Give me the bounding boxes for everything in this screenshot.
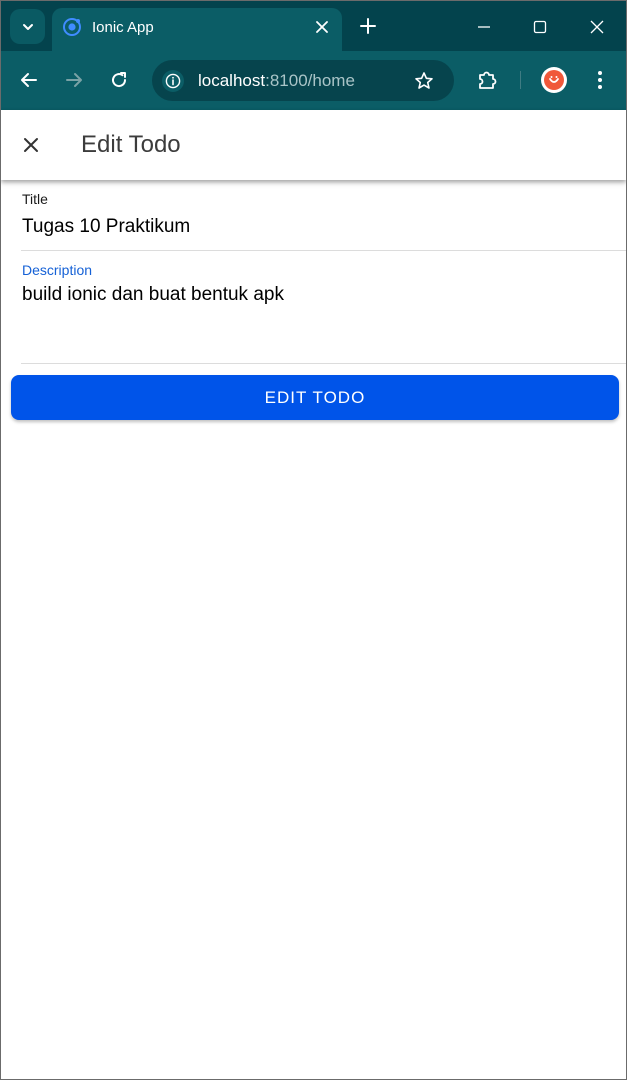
avatar [544, 70, 564, 90]
arrow-right-icon [66, 73, 82, 87]
plus-icon [360, 18, 376, 34]
description-textarea[interactable]: build ionic dan buat bentuk apk [22, 284, 284, 306]
ionic-favicon-icon [63, 18, 81, 36]
profile-button[interactable] [541, 67, 567, 93]
maximize-icon [533, 20, 547, 34]
description-field[interactable]: Description build ionic dan buat bentuk … [21, 261, 626, 364]
more-vertical-icon [598, 71, 602, 89]
title-field[interactable]: Title Tugas 10 Praktikum [21, 190, 626, 251]
close-modal-button[interactable] [18, 132, 44, 158]
arrow-left-icon [21, 73, 37, 87]
browser-window: Ionic App localhost:8100/home Edit Todo … [0, 0, 627, 1080]
url-text: localhost:8100/home [198, 71, 355, 91]
browser-tab[interactable]: Ionic App [52, 8, 342, 51]
tab-search-button[interactable] [10, 9, 45, 44]
avatar-face-icon [549, 76, 559, 83]
star-icon [415, 72, 433, 89]
puzzle-icon [479, 71, 497, 89]
new-tab-button[interactable] [355, 13, 381, 39]
back-button[interactable] [14, 65, 44, 95]
window-close-button[interactable] [580, 10, 614, 44]
reload-button[interactable] [104, 65, 134, 95]
minimize-icon [478, 26, 490, 28]
browser-toolbar: localhost:8100/home [1, 51, 626, 110]
maximize-button[interactable] [523, 10, 557, 44]
page-title: Edit Todo [81, 131, 181, 158]
extensions-button[interactable] [473, 66, 501, 94]
description-field-label: Description [22, 262, 93, 278]
tab-strip: Ionic App [1, 1, 626, 51]
bookmark-button[interactable] [412, 69, 436, 93]
site-info-button[interactable] [162, 70, 184, 92]
chevron-down-icon [22, 23, 33, 30]
edit-todo-button[interactable]: EDIT TODO [11, 375, 619, 420]
url-host: localhost [198, 71, 266, 90]
forward-button[interactable] [59, 65, 89, 95]
reload-icon [112, 72, 127, 88]
browser-menu-button[interactable] [587, 67, 613, 93]
app-header: Edit Todo [1, 110, 626, 180]
close-icon [590, 20, 604, 34]
address-bar[interactable]: localhost:8100/home [152, 60, 454, 101]
url-path: :8100/home [265, 71, 355, 90]
tab-title: Ionic App [92, 19, 154, 36]
minimize-button[interactable] [467, 10, 501, 44]
close-icon [24, 138, 38, 152]
page-viewport: Edit Todo Title Tugas 10 Praktikum Descr… [1, 110, 626, 1079]
info-icon [165, 73, 181, 89]
title-input[interactable]: Tugas 10 Praktikum [22, 216, 190, 238]
close-icon [316, 21, 328, 33]
tab-close-button[interactable] [312, 17, 332, 37]
toolbar-divider [520, 71, 521, 89]
title-field-label: Title [22, 191, 48, 207]
